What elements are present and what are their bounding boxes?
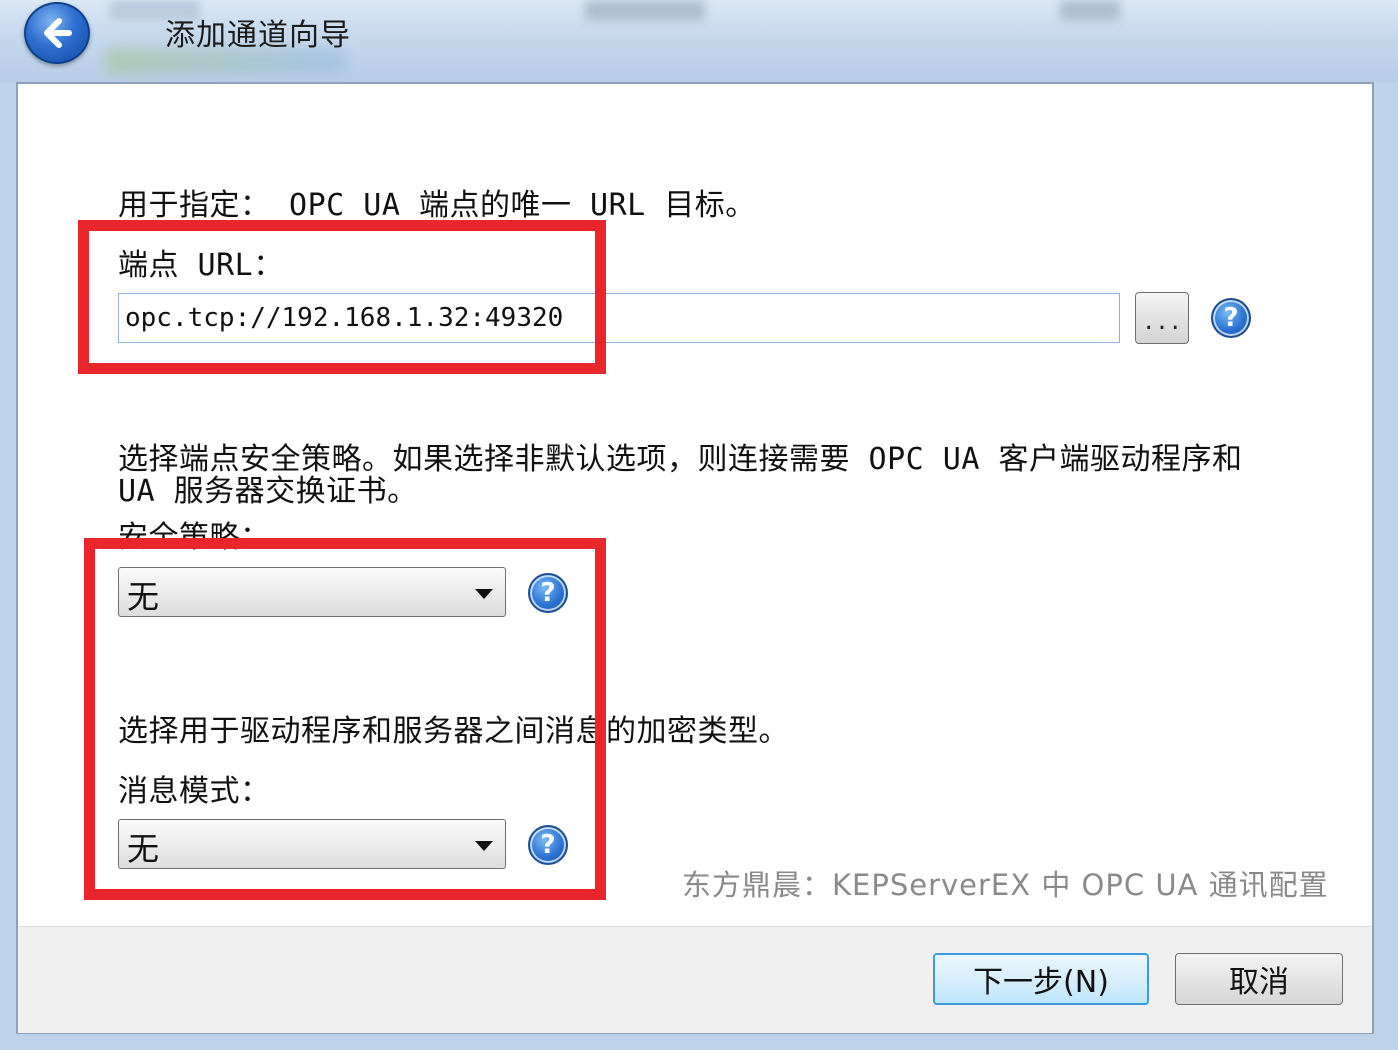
cancel-button[interactable]: 取消	[1175, 953, 1343, 1005]
message-mode-label: 消息模式：	[118, 774, 271, 809]
help-icon[interactable]: ?	[528, 825, 568, 865]
endpoint-url-input[interactable]	[118, 293, 1120, 343]
window-title: 添加通道向导	[165, 18, 351, 53]
message-mode-value: 无	[127, 830, 160, 868]
security-description-line2: UA 服务器交换证书。	[118, 474, 418, 509]
back-arrow-icon	[44, 18, 72, 48]
back-button[interactable]	[24, 2, 90, 64]
help-icon[interactable]: ?	[528, 573, 568, 613]
chevron-down-icon	[475, 589, 493, 599]
next-button[interactable]: 下一步(N)	[933, 953, 1149, 1005]
security-policy-value: 无	[127, 578, 160, 616]
title-bar: 添加通道向导	[0, 0, 1398, 82]
message-mode-select[interactable]: 无	[118, 819, 506, 869]
security-policy-select[interactable]: 无	[118, 567, 506, 617]
chevron-down-icon	[475, 841, 493, 851]
message-description: 选择用于驱动程序和服务器之间消息的加密类型。	[118, 714, 789, 749]
help-icon[interactable]: ?	[1211, 298, 1251, 338]
security-policy-label: 安全策略：	[118, 520, 271, 555]
background-blur	[585, 0, 705, 20]
browse-button[interactable]: ...	[1135, 292, 1189, 344]
watermark-text: 东方鼎晨：KEPServerEX 中 OPC UA 通讯配置	[682, 868, 1329, 902]
button-bar: 下一步(N) 取消	[18, 926, 1372, 1033]
endpoint-description: 用于指定： OPC UA 端点的唯一 URL 目标。	[118, 188, 756, 223]
background-blur	[1060, 0, 1120, 20]
wizard-panel: 用于指定： OPC UA 端点的唯一 URL 目标。 端点 URL： ... ?…	[16, 82, 1374, 1034]
endpoint-url-label: 端点 URL：	[118, 248, 284, 283]
